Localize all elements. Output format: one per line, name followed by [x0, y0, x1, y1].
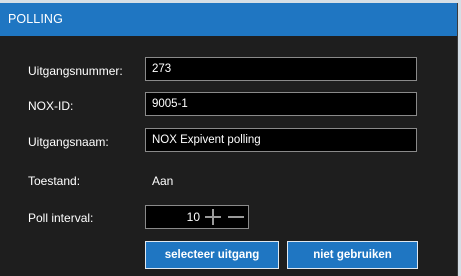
plus-icon[interactable] [205, 209, 221, 225]
output-name-field[interactable]: NOX Expivent polling [145, 128, 417, 152]
output-number-label: Uitgangsnummer: [28, 64, 123, 78]
do-not-use-button[interactable]: niet gebruiken [287, 241, 418, 269]
output-name-label: Uitgangsnaam: [28, 135, 109, 149]
polling-panel: POLLING Uitgangsnummer: 273 NOX-ID: 9005… [0, 3, 458, 276]
state-value: Aan [152, 174, 174, 188]
state-label: Toestand: [28, 174, 81, 188]
minus-icon[interactable] [228, 209, 244, 225]
select-output-button[interactable]: selecteer uitgang [145, 241, 279, 269]
output-number-field[interactable]: 273 [145, 57, 417, 81]
poll-interval-label: Poll interval: [28, 211, 94, 225]
poll-interval-stepper[interactable]: 10 [145, 205, 249, 229]
panel-title: POLLING [0, 3, 457, 36]
poll-interval-value[interactable]: 10 [187, 206, 200, 228]
nox-id-field[interactable]: 9005-1 [145, 92, 417, 116]
nox-id-label: NOX-ID: [28, 99, 74, 113]
